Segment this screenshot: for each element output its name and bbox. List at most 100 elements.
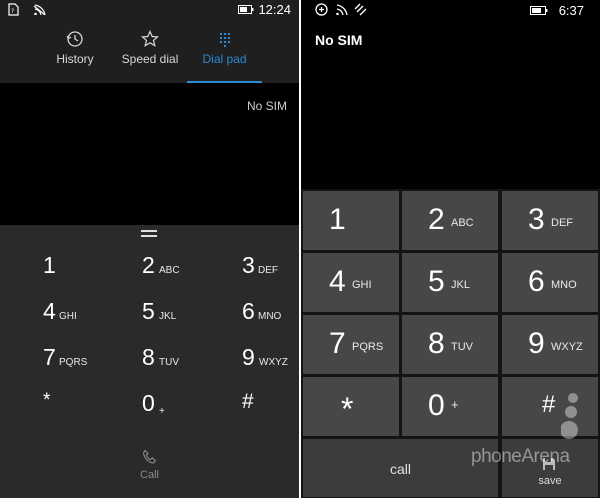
key-digit: *	[43, 390, 51, 411]
key-letters: WXYZ	[551, 341, 583, 353]
right-phone-dialer: 6:37 No SIM 1 2 ABC 3 DEF 4 GHI 5 JKL 6 …	[301, 0, 600, 498]
key-letters: TUV	[159, 357, 179, 368]
key-1[interactable]: 1	[303, 191, 399, 250]
tab-history[interactable]: History	[46, 20, 104, 83]
call-label: Call	[140, 469, 159, 481]
key-7[interactable]: 7 PQRS	[43, 344, 139, 390]
key-digit: 2	[428, 203, 445, 236]
comparison-screenshot: ? 12:24 History Speed dial Dial pad No S…	[0, 0, 600, 498]
key-9[interactable]: 9 WXYZ	[502, 315, 598, 374]
key-digit: 0	[142, 390, 155, 416]
key-digit: 8	[428, 327, 445, 360]
wifi-icon	[336, 4, 348, 15]
key-digit: 3	[242, 252, 255, 278]
battery-icon	[238, 5, 254, 14]
key-digit: #	[242, 390, 254, 413]
key-7[interactable]: 7 PQRS	[303, 315, 399, 374]
key-letters: GHI	[59, 311, 77, 322]
key-plus: +	[159, 406, 165, 417]
key-digit: 0	[428, 389, 445, 422]
key-digit: 5	[428, 265, 445, 298]
sim-icon	[315, 3, 328, 16]
key-0[interactable]: 0 +	[142, 390, 238, 436]
key-digit: 1	[329, 203, 346, 236]
no-sim-label: No SIM	[246, 99, 287, 113]
key-digit: 8	[142, 344, 155, 370]
key-9[interactable]: 9 WXYZ	[242, 344, 299, 390]
call-label: call	[389, 461, 411, 477]
key-letters: DEF	[551, 217, 573, 229]
watermark-text: phoneArena	[471, 446, 570, 467]
dialpad-icon	[219, 33, 230, 47]
key-5[interactable]: 5 JKL	[402, 253, 498, 312]
key-digit: 7	[329, 327, 346, 360]
key-digit: 6	[528, 265, 545, 298]
star-icon	[141, 30, 159, 47]
key-letters: GHI	[352, 279, 372, 291]
key-3[interactable]: 3 DEF	[242, 252, 299, 298]
history-icon	[66, 31, 83, 47]
battery-icon	[530, 6, 548, 15]
key-2[interactable]: 2 ABC	[142, 252, 238, 298]
key-1[interactable]: 1	[43, 252, 139, 298]
key-digit: 9	[242, 344, 255, 370]
key-3[interactable]: 3 DEF	[502, 191, 598, 250]
phone-icon	[142, 449, 156, 464]
key-8[interactable]: 8 TUV	[142, 344, 238, 390]
key-5[interactable]: 5 JKL	[142, 298, 238, 344]
key-4[interactable]: 4 GHI	[43, 298, 139, 344]
call-button[interactable]: Call	[0, 437, 299, 498]
call-button[interactable]: call	[303, 439, 498, 497]
key-letters: TUV	[451, 341, 473, 353]
key-hash[interactable]: #	[502, 377, 598, 436]
key-6[interactable]: 6 MNO	[502, 253, 598, 312]
key-digit: 4	[43, 298, 56, 324]
key-plus: +	[451, 397, 459, 412]
data-icon	[354, 3, 367, 16]
key-letters: MNO	[551, 279, 577, 291]
key-digit: 2	[142, 252, 155, 278]
dialer-tabs: History Speed dial Dial pad	[0, 20, 299, 83]
key-letters: ABC	[451, 217, 474, 229]
number-display: No SIM	[0, 83, 299, 225]
status-time: 12:24	[258, 2, 291, 17]
tab-speed-dial-label: Speed dial	[121, 52, 179, 66]
save-label: save	[538, 475, 562, 487]
tab-speed-dial[interactable]: Speed dial	[116, 20, 184, 83]
key-star[interactable]: *	[303, 377, 399, 436]
left-phone-dialer: ? 12:24 History Speed dial Dial pad No S…	[0, 0, 299, 498]
key-digit: 3	[528, 203, 545, 236]
key-4[interactable]: 4 GHI	[303, 253, 399, 312]
key-letters: WXYZ	[259, 357, 288, 368]
key-letters: JKL	[451, 279, 470, 291]
status-bar: ? 12:24	[0, 0, 299, 20]
key-letters: JKL	[159, 311, 177, 322]
key-digit: 7	[43, 344, 56, 370]
key-digit: *	[341, 391, 354, 427]
key-digit: 9	[528, 327, 545, 360]
wifi-icon	[33, 4, 46, 15]
key-star[interactable]: *	[43, 390, 139, 436]
status-bar: 6:37	[301, 0, 600, 22]
key-digit: 5	[142, 298, 155, 324]
key-8[interactable]: 8 TUV	[402, 315, 498, 374]
key-letters: DEF	[258, 265, 278, 276]
watermark-logo	[561, 393, 578, 439]
tab-dial-pad[interactable]: Dial pad	[187, 20, 262, 83]
svg-text:?: ?	[11, 8, 14, 15]
key-letters: PQRS	[352, 341, 384, 353]
key-2[interactable]: 2 ABC	[402, 191, 498, 250]
tab-dial-pad-label: Dial pad	[202, 52, 247, 66]
key-digit: 4	[329, 265, 346, 298]
drag-handle[interactable]	[141, 230, 157, 237]
key-digit: 1	[43, 252, 56, 278]
no-sim-label: No SIM	[315, 32, 363, 48]
key-hash[interactable]: #	[242, 390, 299, 436]
key-0[interactable]: 0 +	[402, 377, 498, 436]
key-letters: PQRS	[59, 357, 88, 368]
sim-icon: ?	[8, 3, 19, 16]
dial-keypad: 1 2 ABC 3 DEF 4 GHI 5 JKL 6 MNO 7 PQRS 8…	[0, 225, 299, 437]
key-letters: MNO	[258, 311, 282, 322]
tab-history-label: History	[56, 52, 94, 66]
key-6[interactable]: 6 MNO	[242, 298, 299, 344]
